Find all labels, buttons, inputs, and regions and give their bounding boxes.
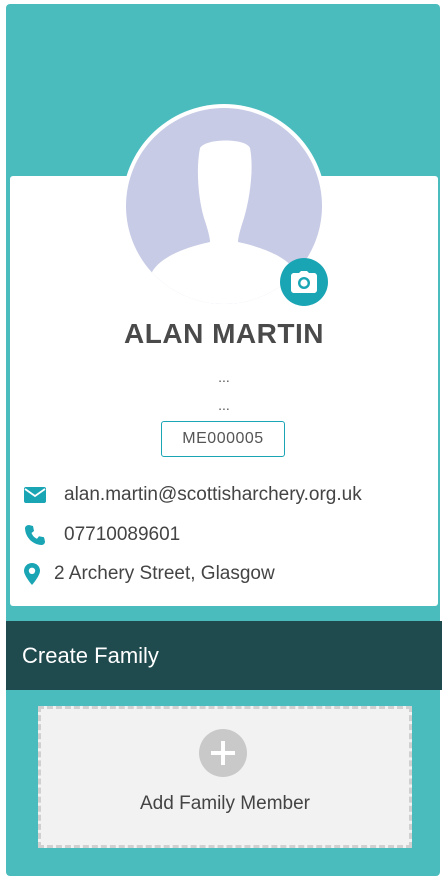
add-family-member-button[interactable]: Add Family Member xyxy=(38,706,412,848)
phone-icon xyxy=(22,525,48,545)
member-id-text: ME000005 xyxy=(182,430,264,447)
profile-line-1: ... xyxy=(218,369,230,385)
create-family-title: Create Family xyxy=(22,642,159,668)
profile-line-2: ... xyxy=(218,397,230,413)
camera-icon xyxy=(291,271,317,293)
contact-address-row: 2 Archery Street, Glasgow xyxy=(22,563,275,585)
map-marker-icon xyxy=(22,563,42,585)
contact-address: 2 Archery Street, Glasgow xyxy=(54,563,275,584)
member-name: ALAN MARTIN xyxy=(124,318,324,349)
envelope-icon xyxy=(22,487,48,503)
contact-phone[interactable]: 07710089601 xyxy=(64,524,180,546)
member-id-badge: ME000005 xyxy=(161,421,285,457)
change-photo-button[interactable] xyxy=(280,258,328,306)
add-family-member-label: Add Family Member xyxy=(140,793,310,814)
plus-icon xyxy=(199,729,247,777)
contact-email-row: alan.martin@scottisharchery.org.uk xyxy=(22,484,362,506)
create-family-header[interactable]: Create Family xyxy=(6,621,442,690)
contact-phone-row: 07710089601 xyxy=(22,524,180,546)
contact-email[interactable]: alan.martin@scottisharchery.org.uk xyxy=(64,484,362,506)
